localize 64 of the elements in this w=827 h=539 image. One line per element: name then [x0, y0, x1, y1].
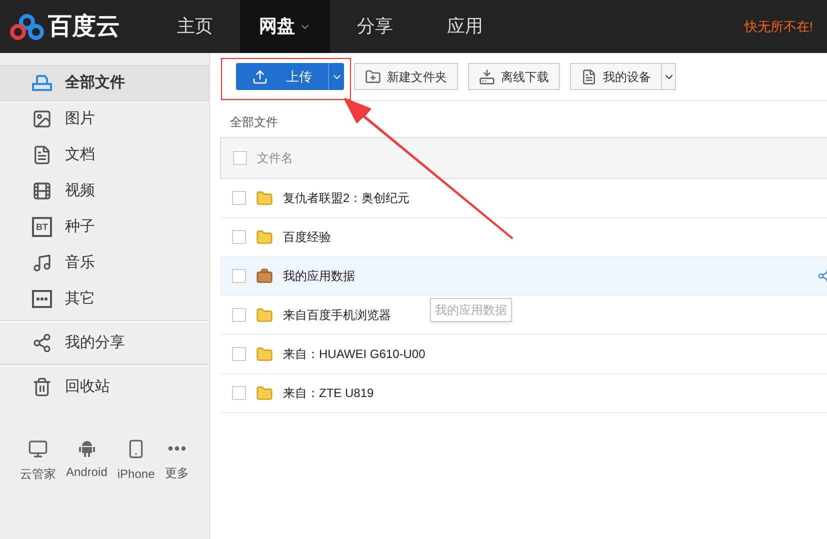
- sidebar-item[interactable]: 其它: [0, 281, 209, 317]
- sidebar-item[interactable]: 我的分享: [0, 325, 209, 361]
- monitor-icon: [28, 439, 48, 459]
- folder-icon: [256, 190, 273, 206]
- file-name: 来自：ZTE U819: [283, 385, 374, 402]
- file-name: 来自：HUAWEI G610-U00: [283, 346, 426, 363]
- more-icon: [168, 446, 186, 451]
- file-name: 复仇者联盟2：奥创纪元: [283, 190, 410, 207]
- nav-tab[interactable]: 主页: [150, 0, 240, 53]
- checkbox[interactable]: [232, 347, 246, 361]
- sidebar-item[interactable]: 回收站: [0, 369, 209, 405]
- briefcase-icon: [256, 268, 273, 284]
- folder-icon: [256, 228, 273, 246]
- sidebar-item[interactable]: 图片: [0, 101, 209, 137]
- download-icon: [479, 68, 495, 84]
- music-note-icon: [32, 253, 52, 273]
- printer-icon: [32, 74, 52, 92]
- file-name: 我的应用数据: [283, 268, 355, 285]
- slogan: 快无所不在!: [744, 18, 814, 36]
- nav-tab[interactable]: 网盘: [240, 0, 330, 53]
- nav-tab[interactable]: 应用: [420, 0, 510, 53]
- sidebar-item[interactable]: BT 种子: [0, 209, 209, 245]
- column-header: 文件名: [257, 150, 293, 167]
- file-name: 来自百度手机浏览器: [283, 307, 391, 324]
- file-row[interactable]: 我的应用数据: [220, 257, 827, 296]
- share-icon: [32, 333, 52, 353]
- breadcrumb: 全部文件: [229, 114, 279, 131]
- upload-button[interactable]: 上传: [236, 63, 328, 90]
- film-icon: [32, 181, 52, 201]
- device-link[interactable]: Android: [66, 439, 108, 483]
- dropdown-button[interactable]: [328, 63, 344, 90]
- upload-icon: [252, 68, 268, 84]
- checkbox[interactable]: [232, 191, 246, 205]
- checkbox[interactable]: [232, 230, 246, 244]
- toolbar-button[interactable]: 我的设备: [570, 63, 662, 90]
- folder-icon: [256, 306, 273, 324]
- checkbox[interactable]: [233, 151, 247, 165]
- sidebar-item[interactable]: 视频: [0, 173, 209, 209]
- trash-icon: [32, 377, 52, 397]
- folder-plus-icon: [365, 68, 381, 84]
- checkbox[interactable]: [232, 386, 246, 400]
- toolbar-button[interactable]: 离线下载: [468, 63, 560, 90]
- checkbox[interactable]: [232, 308, 246, 322]
- folder-icon: [256, 346, 273, 362]
- cloud-logo-icon: [10, 14, 44, 40]
- more-icon: [32, 290, 52, 308]
- sidebar-item[interactable]: 文档: [0, 137, 209, 173]
- bt-icon: BT: [32, 217, 52, 237]
- sidebar-item[interactable]: 全部文件: [0, 65, 209, 101]
- toolbar-button[interactable]: 新建文件夹: [354, 63, 458, 90]
- file-name: 百度经验: [283, 229, 331, 246]
- image-icon: [32, 109, 52, 129]
- device-link[interactable]: 云管家: [20, 439, 56, 483]
- checkbox[interactable]: [232, 269, 246, 283]
- nav-tab[interactable]: 分享: [330, 0, 420, 53]
- brand-name: 百度云: [48, 12, 120, 42]
- device-link[interactable]: 更多: [164, 439, 189, 483]
- robot-icon: [78, 439, 95, 457]
- device-link[interactable]: iPhone: [117, 439, 155, 483]
- dropdown-button[interactable]: [662, 63, 676, 90]
- document-icon: [32, 145, 52, 165]
- tooltip: 我的应用数据: [430, 298, 512, 322]
- sidebar-item[interactable]: 音乐: [0, 245, 209, 281]
- folder-icon: [256, 384, 273, 402]
